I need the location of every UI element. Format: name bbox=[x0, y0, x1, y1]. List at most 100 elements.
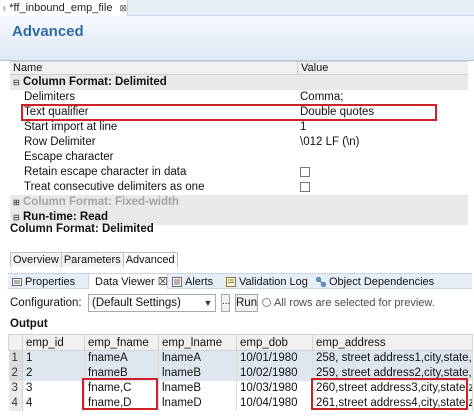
preview-hint-text: All rows are selected for preview. bbox=[274, 297, 435, 309]
page-title: Advanced bbox=[12, 23, 84, 40]
properties-header-row: Name Value bbox=[10, 61, 468, 75]
property-name-text: Row Delimiter bbox=[24, 136, 96, 148]
properties-icon bbox=[12, 277, 22, 286]
property-value[interactable]: 1 bbox=[300, 121, 306, 133]
property-name-text: Column Format: Fixed-width bbox=[23, 196, 179, 208]
property-row[interactable]: Escape character bbox=[10, 150, 468, 165]
close-tab-icon[interactable]: ⊠ bbox=[119, 3, 127, 14]
output-label: Output bbox=[10, 318, 48, 330]
property-name-text: Delimiters bbox=[24, 91, 76, 103]
tab-data-viewer-label: Data Viewer ☒ bbox=[95, 276, 168, 288]
object-dependencies-icon bbox=[316, 276, 326, 287]
preview-hint: All rows are selected for preview. bbox=[262, 297, 435, 309]
file-tab[interactable]: *ff_inbound_emp_file ⊠ bbox=[0, 0, 128, 16]
property-group-row[interactable]: ⊟ Column Format: Delimited bbox=[10, 75, 468, 90]
table-cell[interactable]: 10/03/1980 bbox=[236, 380, 313, 396]
tab-advanced[interactable]: Advanced bbox=[122, 252, 178, 267]
property-row[interactable]: Start import at line 1 bbox=[10, 120, 468, 135]
view-tabs: Overview Parameters Advanced bbox=[10, 252, 178, 267]
table-cell[interactable]: lnameB bbox=[158, 365, 237, 381]
property-name: ⊟ Run-time: Read bbox=[13, 211, 108, 223]
table-cell[interactable]: 10/02/1980 bbox=[236, 365, 313, 381]
row-number[interactable]: 1 bbox=[8, 350, 23, 366]
run-button[interactable]: Run bbox=[235, 294, 258, 312]
properties-table: Name Value ⊟ Column Format: Delimited Deli… bbox=[10, 61, 468, 225]
output-header-row: emp_id emp_fname emp_lname emp_dob emp_a… bbox=[8, 334, 473, 351]
column-header[interactable]: emp_address bbox=[312, 334, 473, 351]
property-name: Treat consecutive delimiters as one bbox=[24, 181, 204, 193]
column-header[interactable]: emp_id bbox=[22, 334, 85, 351]
fname-comma-highlight bbox=[82, 378, 158, 410]
table-row[interactable]: 1 1 fnameA lnameA 10/01/1980 258, street addr… bbox=[8, 350, 473, 366]
property-row[interactable]: Treat consecutive delimiters as one bbox=[10, 180, 468, 195]
row-number[interactable]: 3 bbox=[8, 380, 23, 396]
property-name: Delimiters bbox=[24, 91, 75, 103]
property-value[interactable]: Comma; bbox=[300, 91, 343, 103]
table-cell[interactable]: 10/04/1980 bbox=[236, 395, 313, 411]
tab-data-viewer[interactable]: Data Viewer ☒ bbox=[88, 274, 168, 289]
tab-parameters[interactable]: Parameters bbox=[60, 252, 124, 267]
tab-alerts[interactable]: Alerts bbox=[172, 274, 213, 289]
property-name: ⊞ Column Format: Fixed-width bbox=[13, 196, 179, 208]
section-header: Advanced bbox=[0, 16, 474, 61]
editor-tab-strip: *ff_inbound_emp_file ⊠ bbox=[0, 0, 474, 16]
property-name-text: Treat consecutive delimiters as one bbox=[24, 181, 205, 193]
table-cell[interactable]: 258, street address1,city,state,zip bbox=[312, 350, 473, 366]
flat-file-icon bbox=[3, 6, 7, 10]
address-comma-highlight bbox=[311, 378, 468, 410]
property-row[interactable]: Delimiters Comma; bbox=[10, 90, 468, 105]
file-tab-label: *ff_inbound_emp_file bbox=[9, 2, 113, 14]
table-cell[interactable]: lnameB bbox=[158, 380, 237, 396]
property-name-text: Escape character bbox=[24, 151, 114, 163]
property-name: Start import at line bbox=[24, 121, 117, 133]
chevron-down-icon[interactable]: ▼ bbox=[201, 295, 215, 311]
configuration-row: Configuration: (Default Settings) ▼ ... … bbox=[10, 294, 470, 312]
property-row[interactable]: Retain escape character in data bbox=[10, 165, 468, 180]
row-number[interactable]: 2 bbox=[8, 365, 23, 381]
table-cell[interactable]: 1 bbox=[22, 350, 85, 366]
value-column-header: Value bbox=[301, 62, 329, 74]
property-row[interactable]: Row Delimiter \012 LF (\n) bbox=[10, 135, 468, 150]
table-cell[interactable]: 3 bbox=[22, 380, 85, 396]
tab-overview[interactable]: Overview bbox=[10, 252, 62, 267]
configuration-browse-button[interactable]: ... bbox=[221, 294, 230, 312]
property-checkbox[interactable] bbox=[300, 167, 310, 177]
tab-object-dependencies[interactable]: Object Dependencies bbox=[316, 274, 434, 289]
column-header[interactable]: emp_dob bbox=[236, 334, 313, 351]
table-cell[interactable]: 4 bbox=[22, 395, 85, 411]
property-checkbox[interactable] bbox=[300, 182, 310, 192]
property-name: ⊟ Column Format: Delimited bbox=[13, 76, 167, 88]
text-qualifier-highlight bbox=[21, 104, 437, 121]
column-header[interactable]: emp_lname bbox=[158, 334, 237, 351]
tab-properties-label: Properties bbox=[25, 275, 76, 288]
configuration-selected-value: (Default Settings) bbox=[92, 297, 181, 309]
alerts-icon bbox=[172, 276, 182, 287]
configuration-select[interactable]: (Default Settings) ▼ bbox=[88, 294, 216, 312]
property-name-text: Run-time: Read bbox=[23, 211, 108, 223]
property-value[interactable]: \012 LF (\n) bbox=[300, 136, 359, 148]
row-number[interactable]: 4 bbox=[8, 395, 23, 411]
property-name-text: Retain escape character in data bbox=[24, 166, 187, 178]
collapse-icon[interactable]: ⊟ bbox=[13, 213, 21, 222]
expand-icon[interactable]: ⊞ bbox=[13, 198, 21, 207]
tab-properties[interactable]: Properties bbox=[12, 274, 75, 289]
property-name: Row Delimiter bbox=[24, 136, 96, 148]
property-name: Retain escape character in data bbox=[24, 166, 186, 178]
property-name-text: Column Format: Delimited bbox=[23, 76, 167, 88]
format-footer-label: Column Format: Delimited bbox=[10, 223, 154, 235]
collapse-icon[interactable]: ⊟ bbox=[13, 78, 21, 87]
row-number-header bbox=[8, 334, 23, 351]
table-cell[interactable]: lnameA bbox=[158, 350, 237, 366]
tab-validation-log-label: Validation Log bbox=[239, 275, 308, 288]
table-cell[interactable]: lnameD bbox=[158, 395, 237, 411]
validation-log-icon bbox=[226, 276, 236, 287]
info-icon bbox=[262, 298, 271, 307]
property-name-text: Start import at line bbox=[24, 121, 118, 133]
name-column-header: Name bbox=[10, 62, 298, 74]
tab-validation-log[interactable]: Validation Log bbox=[226, 274, 308, 289]
table-cell[interactable]: 10/01/1980 bbox=[236, 350, 313, 366]
table-cell[interactable]: 2 bbox=[22, 365, 85, 381]
table-cell[interactable]: fnameA bbox=[84, 350, 159, 366]
property-group-row[interactable]: ⊞ Column Format: Fixed-width bbox=[10, 195, 468, 210]
column-header[interactable]: emp_fname bbox=[84, 334, 159, 351]
